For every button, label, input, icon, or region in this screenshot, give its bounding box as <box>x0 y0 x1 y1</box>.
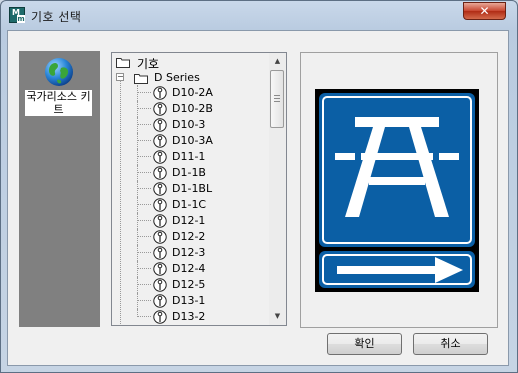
road-sign-symbol-icon <box>153 294 167 308</box>
road-sign-symbol-icon <box>153 134 167 148</box>
tree-item-label: D1-1BL <box>172 182 213 195</box>
symbol-tree[interactable]: 기호 − D Series D10-2A D10-2B D10-3 D10-3A D11… <box>111 52 287 326</box>
tree-item-label: D1-1C <box>172 198 207 211</box>
tree-item-label: D11-1 <box>172 150 206 163</box>
tree-connector-line <box>137 149 138 165</box>
folder-icon <box>134 74 148 84</box>
tree-item[interactable]: D12-3 <box>112 245 268 261</box>
picnic-area-sign <box>315 89 479 292</box>
tree-item-label: D10-3 <box>172 118 206 131</box>
tree-item-label: D10-2B <box>172 102 213 115</box>
tree-item[interactable]: D10-2A <box>112 85 268 101</box>
road-sign-symbol-icon <box>153 166 167 180</box>
tree-connector-line <box>137 140 151 141</box>
road-sign-symbol-icon <box>153 118 167 132</box>
tree-scrollbar[interactable]: ▲ ▼ <box>269 53 286 325</box>
ok-button[interactable]: 확인 <box>327 333 402 355</box>
tree-item[interactable]: D10-2B <box>112 101 268 117</box>
scroll-up-arrow-icon[interactable]: ▲ <box>269 53 286 70</box>
tree-connector-line <box>137 277 138 293</box>
grip-line <box>274 95 280 96</box>
tree-connector-line <box>137 92 151 93</box>
tree-connector-line <box>137 229 138 245</box>
tree-connector-line <box>137 204 151 205</box>
tree-node-label: D Series <box>154 71 200 84</box>
tree-connector-line <box>137 236 151 237</box>
tree-connector-line <box>137 181 138 197</box>
tree-connector-line <box>137 245 138 261</box>
road-sign-symbol-icon <box>153 86 167 100</box>
tree-connector-line <box>137 316 151 317</box>
grip-line <box>274 98 280 99</box>
globe-icon <box>45 58 73 86</box>
app-logo-icon: M m <box>9 7 25 23</box>
tree-connector-line <box>137 197 138 213</box>
scroll-down-arrow-icon[interactable]: ▼ <box>269 308 286 325</box>
tree-item[interactable]: D10-3 <box>112 117 268 133</box>
tree-connector-line <box>137 85 138 101</box>
tree-connector-line <box>137 133 138 149</box>
tree-item-label: D10-3A <box>172 134 213 147</box>
road-sign-symbol-icon <box>153 230 167 244</box>
tree-item-label: D12-3 <box>172 246 206 259</box>
tree-connector-line <box>137 165 138 181</box>
tree-item[interactable]: D12-1 <box>112 213 268 229</box>
tree-item-label: D1-1B <box>172 166 206 179</box>
tree-root-label: 기호 <box>137 57 160 71</box>
tree-item-label: D12-1 <box>172 214 206 227</box>
tree-connector-line <box>137 284 151 285</box>
road-sign-symbol-icon <box>153 278 167 292</box>
folder-icon <box>116 58 130 68</box>
window-title: 기호 선택 <box>31 10 82 24</box>
tree-item-label: D13-2 <box>172 310 206 323</box>
title-bar[interactable]: M m 기호 선택 ✕ <box>1 1 517 29</box>
tree-item[interactable]: D11-1 <box>112 149 268 165</box>
tree-connector-line <box>137 293 138 309</box>
group-item-national-resource-kit[interactable]: 국가리소스 키트 <box>25 56 92 118</box>
tree-item[interactable]: D12-2 <box>112 229 268 245</box>
tree-item[interactable]: D1-1BL <box>112 181 268 197</box>
tree-item[interactable]: D1-1B <box>112 165 268 181</box>
tree-connector-line <box>137 220 151 221</box>
tree-item[interactable]: D12-5 <box>112 277 268 293</box>
road-sign-symbol-icon <box>153 310 167 324</box>
close-button[interactable]: ✕ <box>463 2 506 20</box>
tree-item[interactable]: D13-1 <box>112 293 268 309</box>
grip-line <box>274 101 280 102</box>
road-sign-symbol-icon <box>153 102 167 116</box>
close-icon: ✕ <box>479 4 490 18</box>
road-sign-symbol-icon <box>153 150 167 164</box>
tree-item-label: D12-2 <box>172 230 206 243</box>
scrollbar-thumb[interactable] <box>270 70 284 128</box>
tree-connector-line <box>137 300 151 301</box>
tree-connector-line <box>137 261 138 277</box>
tree-item-label: D13-1 <box>172 294 206 307</box>
tree-item[interactable]: D1-1C <box>112 197 268 213</box>
tree-connector-line <box>137 101 138 117</box>
tree-item-label: D12-4 <box>172 262 206 275</box>
tree-connector-line <box>137 117 138 133</box>
tree-item[interactable]: D12-4 <box>112 261 268 277</box>
tree-connector-line <box>137 268 151 269</box>
tree-connector-line <box>137 108 151 109</box>
tree-connector-line <box>137 124 151 125</box>
group-item-label: 국가리소스 키트 <box>25 90 92 116</box>
road-sign-symbol-icon <box>153 262 167 276</box>
tree-item-label: D10-2A <box>172 86 213 99</box>
tree-item-list: D10-2A D10-2B D10-3 D10-3A D11-1 D1-1B D1-1BL D… <box>112 85 268 325</box>
road-sign-symbol-icon <box>153 214 167 228</box>
tree-connector-line <box>137 172 151 173</box>
tree-connector-line <box>137 156 151 157</box>
tree-connector-line <box>137 213 138 229</box>
logo-letter: m <box>17 15 25 23</box>
road-sign-symbol-icon <box>153 182 167 196</box>
tree-item[interactable]: D10-3A <box>112 133 268 149</box>
tree-item-label: D12-5 <box>172 278 206 291</box>
tree-connector-line <box>137 252 151 253</box>
cancel-button[interactable]: 취소 <box>413 333 488 355</box>
road-sign-symbol-icon <box>153 198 167 212</box>
tree-item[interactable]: D13-2 <box>112 309 268 325</box>
tree-connector-line <box>137 188 151 189</box>
road-sign-symbol-icon <box>153 246 167 260</box>
